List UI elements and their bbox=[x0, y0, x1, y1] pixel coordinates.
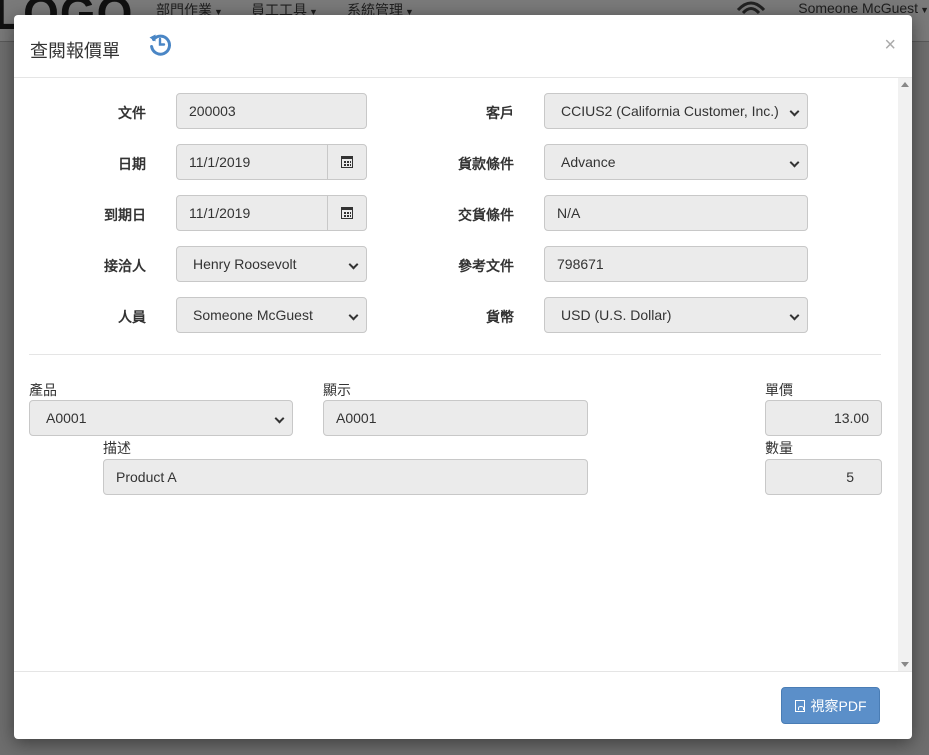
document-label: 文件 bbox=[118, 105, 146, 121]
product-label: 產品 bbox=[29, 382, 57, 398]
unit-price-field[interactable]: 13.00 bbox=[765, 400, 882, 436]
quantity-field[interactable]: 5 bbox=[765, 459, 882, 495]
close-button[interactable]: × bbox=[884, 35, 896, 55]
delivery-terms-label: 交貨條件 bbox=[458, 207, 514, 223]
modal-title: 查閱報價單 bbox=[30, 41, 120, 61]
contact-select[interactable]: Henry Roosevolt bbox=[176, 246, 367, 282]
contact-label: 接洽人 bbox=[104, 258, 146, 274]
currency-label: 貨幣 bbox=[486, 309, 514, 325]
display-label: 顯示 bbox=[323, 382, 351, 398]
caret-down-icon: ▼ bbox=[920, 5, 929, 15]
user-name: Someone McGuest bbox=[798, 0, 919, 16]
product-select[interactable]: A0001 bbox=[29, 400, 293, 436]
customer-select[interactable]: CCIUS2 (California Customer, Inc.) bbox=[544, 93, 808, 129]
scroll-up-arrow-icon[interactable] bbox=[901, 82, 909, 87]
due-date-field[interactable]: 11/1/2019 bbox=[176, 195, 328, 231]
modal-body: 文件 200003 日期 11/1/2019 到期日 11/1/2019 接洽人… bbox=[14, 78, 912, 671]
quantity-label: 數量 bbox=[765, 440, 793, 456]
staff-label: 人員 bbox=[118, 309, 146, 325]
delivery-terms-field[interactable]: N/A bbox=[544, 195, 808, 231]
modal-scrollbar[interactable] bbox=[898, 78, 912, 671]
user-menu[interactable]: Someone McGuest ▼ bbox=[798, 0, 929, 16]
display-field[interactable]: A0001 bbox=[323, 400, 588, 436]
wifi-icon bbox=[736, 1, 766, 14]
date-label: 日期 bbox=[118, 156, 146, 172]
scroll-down-arrow-icon[interactable] bbox=[901, 662, 909, 667]
reference-field[interactable]: 798671 bbox=[544, 246, 808, 282]
payment-terms-label: 貨款條件 bbox=[458, 156, 514, 172]
staff-select[interactable]: Someone McGuest bbox=[176, 297, 367, 333]
modal-header: 查閱報價單 × bbox=[14, 15, 912, 78]
history-icon[interactable] bbox=[147, 31, 173, 57]
due-date-picker-button[interactable] bbox=[327, 195, 367, 231]
view-pdf-label: 視察PDF bbox=[810, 697, 867, 714]
view-quote-modal: 查閱報價單 × 文件 200003 日期 11/1/2019 到期日 11/1/… bbox=[14, 15, 912, 739]
reference-label: 參考文件 bbox=[458, 258, 514, 274]
view-pdf-button[interactable]: 視察PDF bbox=[781, 687, 880, 724]
unit-price-label: 單價 bbox=[765, 382, 793, 398]
document-field[interactable]: 200003 bbox=[176, 93, 367, 129]
calendar-icon bbox=[341, 207, 353, 219]
description-label: 描述 bbox=[103, 440, 131, 456]
due-date-label: 到期日 bbox=[104, 207, 146, 223]
currency-select[interactable]: USD (U.S. Dollar) bbox=[544, 297, 808, 333]
calendar-icon bbox=[341, 156, 353, 168]
pdf-file-icon bbox=[794, 699, 805, 712]
payment-terms-select[interactable]: Advance bbox=[544, 144, 808, 180]
modal-footer: 視察PDF bbox=[14, 671, 912, 739]
customer-label: 客戶 bbox=[486, 105, 514, 121]
date-picker-button[interactable] bbox=[327, 144, 367, 180]
section-divider bbox=[29, 354, 881, 355]
description-field[interactable]: Product A bbox=[103, 459, 588, 495]
date-field[interactable]: 11/1/2019 bbox=[176, 144, 328, 180]
